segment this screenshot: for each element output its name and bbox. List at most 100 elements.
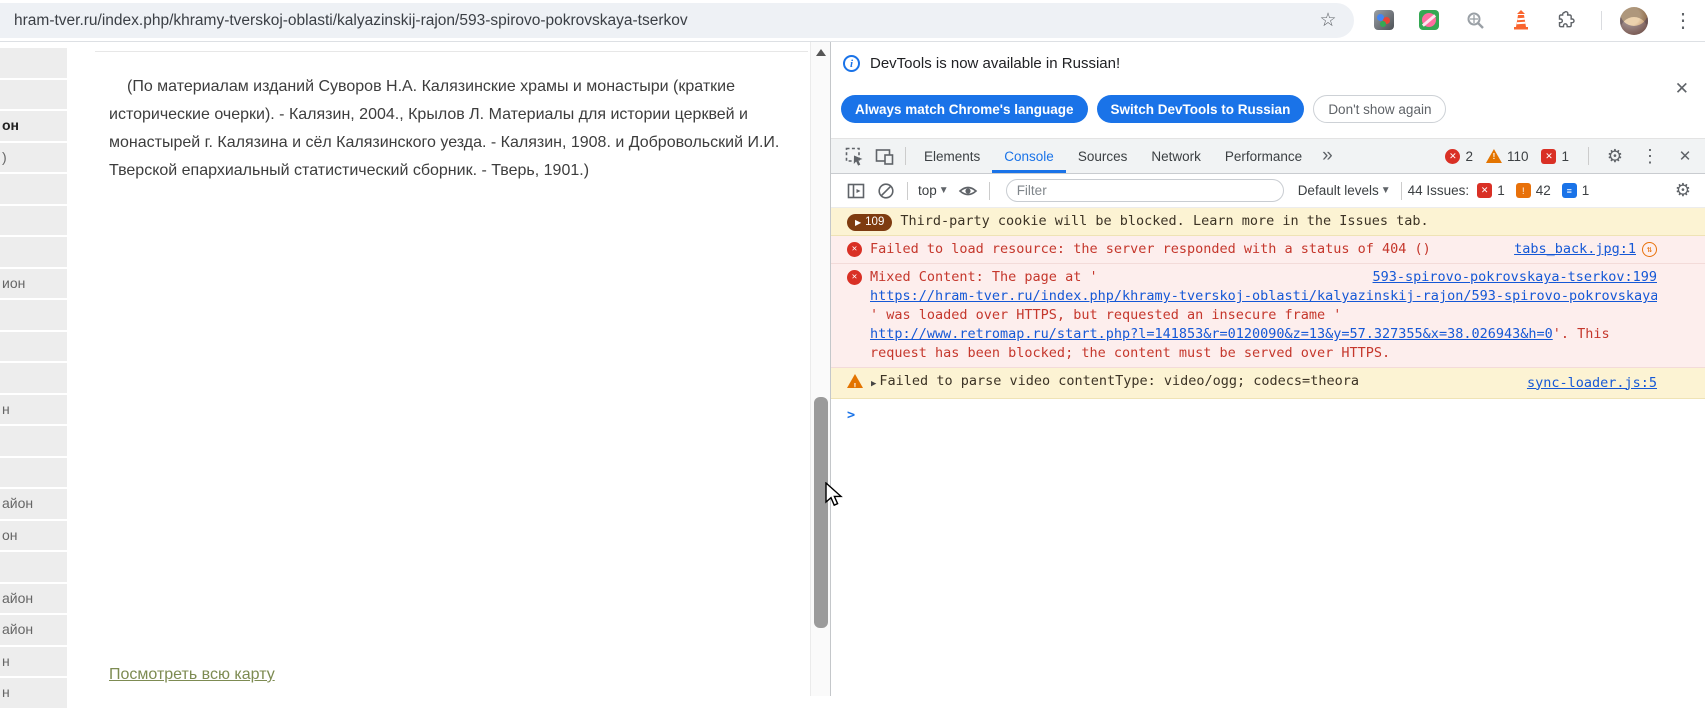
sidebar-item[interactable] bbox=[0, 300, 67, 330]
message-icon-slot: ▶109 bbox=[847, 214, 892, 231]
tabbar-status-badges: ✕ 2 ! 110 ✕ 1 ⚙ ⋮ ✕ bbox=[1445, 146, 1705, 166]
context-selector[interactable]: top bbox=[918, 183, 937, 198]
source-location-link[interactable]: 593-spirovo-pokrovskaya-tserkov:199 bbox=[1373, 268, 1657, 287]
error-icon: ✕ bbox=[847, 270, 862, 285]
message-text: Failed to load resource: the server resp… bbox=[870, 240, 1431, 259]
omnibox[interactable]: hram-tver.ru/index.php/khramy-tverskoj-o… bbox=[0, 3, 1354, 38]
sidebar-item[interactable]: н bbox=[0, 647, 67, 677]
issues-count-icon[interactable]: ✕ bbox=[1541, 149, 1556, 164]
clear-console-icon[interactable] bbox=[876, 181, 896, 201]
console-message[interactable]: ✕Mixed Content: The page at '593-spirovo… bbox=[831, 264, 1705, 368]
tabbar-divider bbox=[905, 147, 906, 165]
issue-info-icon: ≡ bbox=[1562, 183, 1577, 198]
levels-caret-icon[interactable]: ▼ bbox=[1381, 185, 1391, 196]
console-filter-input[interactable] bbox=[1006, 179, 1284, 202]
console-settings-gear-icon[interactable]: ⚙ bbox=[1673, 181, 1693, 201]
issues-summary[interactable]: 44 Issues: ✕ 1 ! 42 ≡ 1 bbox=[1408, 183, 1596, 198]
sidebar-item[interactable]: он bbox=[0, 111, 67, 141]
tab-network[interactable]: Network bbox=[1139, 139, 1213, 173]
lighthouse-extension-icon[interactable] bbox=[1510, 9, 1532, 31]
sidebar-item[interactable]: айон bbox=[0, 584, 67, 614]
tab-sources[interactable]: Sources bbox=[1066, 139, 1140, 173]
bookmark-star-icon[interactable]: ☆ bbox=[1317, 9, 1339, 31]
console-link[interactable]: http://www.retromap.ru/start.php?l=14185… bbox=[870, 325, 1553, 344]
source-location: tabs_back.jpg:1 ⇅ bbox=[1494, 240, 1657, 259]
context-caret-icon[interactable]: ▼ bbox=[939, 185, 949, 196]
device-toolbar-icon[interactable] bbox=[874, 146, 894, 166]
ctoolbar-divider-1 bbox=[907, 182, 908, 200]
sidebar-item[interactable] bbox=[0, 458, 67, 488]
sidebar-item[interactable] bbox=[0, 48, 67, 78]
banner-close-icon[interactable]: ✕ bbox=[1675, 79, 1689, 99]
expand-play-icon: ▶ bbox=[855, 213, 861, 232]
url-text[interactable]: hram-tver.ru/index.php/khramy-tverskoj-o… bbox=[14, 12, 688, 30]
scrollbar-thumb[interactable] bbox=[814, 397, 828, 628]
sidebar-item[interactable] bbox=[0, 426, 67, 456]
sidebar-item[interactable] bbox=[0, 363, 67, 393]
more-tabs-icon[interactable]: » bbox=[1322, 145, 1333, 167]
issue-warning-count: 42 bbox=[1536, 183, 1551, 198]
sidebar-item[interactable] bbox=[0, 174, 67, 204]
sidebar-item[interactable]: айон bbox=[0, 615, 67, 645]
console-message[interactable]: ✕Failed to load resource: the server res… bbox=[831, 236, 1705, 264]
sidebar-item[interactable]: ) bbox=[0, 143, 67, 173]
inspect-element-icon[interactable] bbox=[844, 146, 864, 166]
source-location-link[interactable]: sync-loader.js:5 bbox=[1527, 374, 1657, 393]
console-sidebar-icon[interactable] bbox=[846, 181, 866, 201]
tab-elements[interactable]: Elements bbox=[912, 139, 992, 173]
error-count-icon[interactable]: ✕ bbox=[1445, 149, 1460, 164]
live-expression-eye-icon[interactable] bbox=[958, 181, 978, 201]
extensions-puzzle-icon[interactable] bbox=[1556, 9, 1578, 31]
devtools-settings-gear-icon[interactable]: ⚙ bbox=[1605, 146, 1625, 166]
hidden-messages-badge[interactable]: ▶109 bbox=[847, 214, 892, 231]
extension-icon-2[interactable] bbox=[1419, 10, 1439, 30]
scrollbar-up-arrow-icon[interactable] bbox=[816, 49, 826, 56]
sidebar-item[interactable] bbox=[0, 237, 67, 267]
message-line: ▶Failed to parse video contentType: vide… bbox=[871, 372, 1657, 394]
initiator-icon[interactable]: ⇅ bbox=[1642, 242, 1657, 257]
warning-count[interactable]: 110 bbox=[1507, 149, 1529, 164]
devtools-menu-icon[interactable]: ⋮ bbox=[1640, 146, 1660, 166]
source-location-link[interactable]: tabs_back.jpg:1 bbox=[1514, 240, 1636, 259]
sidebar-item[interactable]: ион bbox=[0, 269, 67, 299]
message-text: request has been blocked; the content mu… bbox=[870, 344, 1390, 363]
issues-count[interactable]: 1 bbox=[1561, 149, 1569, 164]
sidebar-item[interactable]: н bbox=[0, 395, 67, 425]
sidebar-item[interactable]: айон bbox=[0, 489, 67, 519]
message-line: Failed to load resource: the server resp… bbox=[870, 240, 1657, 259]
sidebar-item[interactable] bbox=[0, 552, 67, 582]
banner-message: DevTools is now available in Russian! bbox=[870, 55, 1120, 72]
message-line: https://hram-tver.ru/index.php/khramy-tv… bbox=[870, 287, 1657, 306]
devtools-language-banner: i DevTools is now available in Russian! … bbox=[831, 41, 1705, 139]
issues-label[interactable]: 44 Issues: bbox=[1408, 183, 1470, 198]
warning-count-icon[interactable]: ! bbox=[1486, 149, 1502, 163]
source-location: 593-spirovo-pokrovskaya-tserkov:199 bbox=[1353, 268, 1657, 287]
error-count[interactable]: 2 bbox=[1465, 149, 1473, 164]
console-message[interactable]: !▶Failed to parse video contentType: vid… bbox=[831, 368, 1705, 399]
console-link[interactable]: https://hram-tver.ru/index.php/khramy-tv… bbox=[870, 287, 1657, 306]
console-message[interactable]: ▶109 Third-party cookie will be blocked. … bbox=[831, 208, 1705, 236]
magnifier-extension-icon[interactable] bbox=[1464, 9, 1486, 31]
switch-devtools-russian-button[interactable]: Switch DevTools to Russian bbox=[1097, 95, 1305, 123]
expand-caret-icon[interactable]: ▶ bbox=[871, 375, 876, 394]
profile-avatar[interactable] bbox=[1620, 7, 1648, 35]
devtools-close-icon[interactable]: ✕ bbox=[1675, 146, 1695, 166]
dont-show-again-button[interactable]: Don't show again bbox=[1313, 95, 1446, 123]
message-text: Third-party cookie will be blocked. Lear… bbox=[900, 212, 1428, 231]
browser-menu-icon[interactable]: ⋮ bbox=[1672, 9, 1694, 31]
sidebar-item[interactable] bbox=[0, 332, 67, 362]
sidebar-item[interactable]: он bbox=[0, 521, 67, 551]
sidebar-item[interactable] bbox=[0, 80, 67, 110]
always-match-language-button[interactable]: Always match Chrome's language bbox=[841, 95, 1088, 123]
sidebar-item[interactable] bbox=[0, 206, 67, 236]
console-prompt[interactable]: > bbox=[831, 399, 1705, 432]
sidebar-item[interactable]: н bbox=[0, 678, 67, 708]
log-levels-selector[interactable]: Default levels bbox=[1298, 183, 1379, 198]
tab-console[interactable]: Console bbox=[992, 139, 1066, 173]
page-scrollbar[interactable] bbox=[810, 41, 830, 696]
console-messages: ▶109 Third-party cookie will be blocked. … bbox=[831, 208, 1705, 399]
view-full-map-link[interactable]: Посмотреть всю карту bbox=[109, 666, 275, 684]
ctoolbar-divider-3 bbox=[1401, 182, 1402, 200]
extension-icon-1[interactable] bbox=[1374, 10, 1394, 30]
tab-performance[interactable]: Performance bbox=[1213, 139, 1314, 173]
